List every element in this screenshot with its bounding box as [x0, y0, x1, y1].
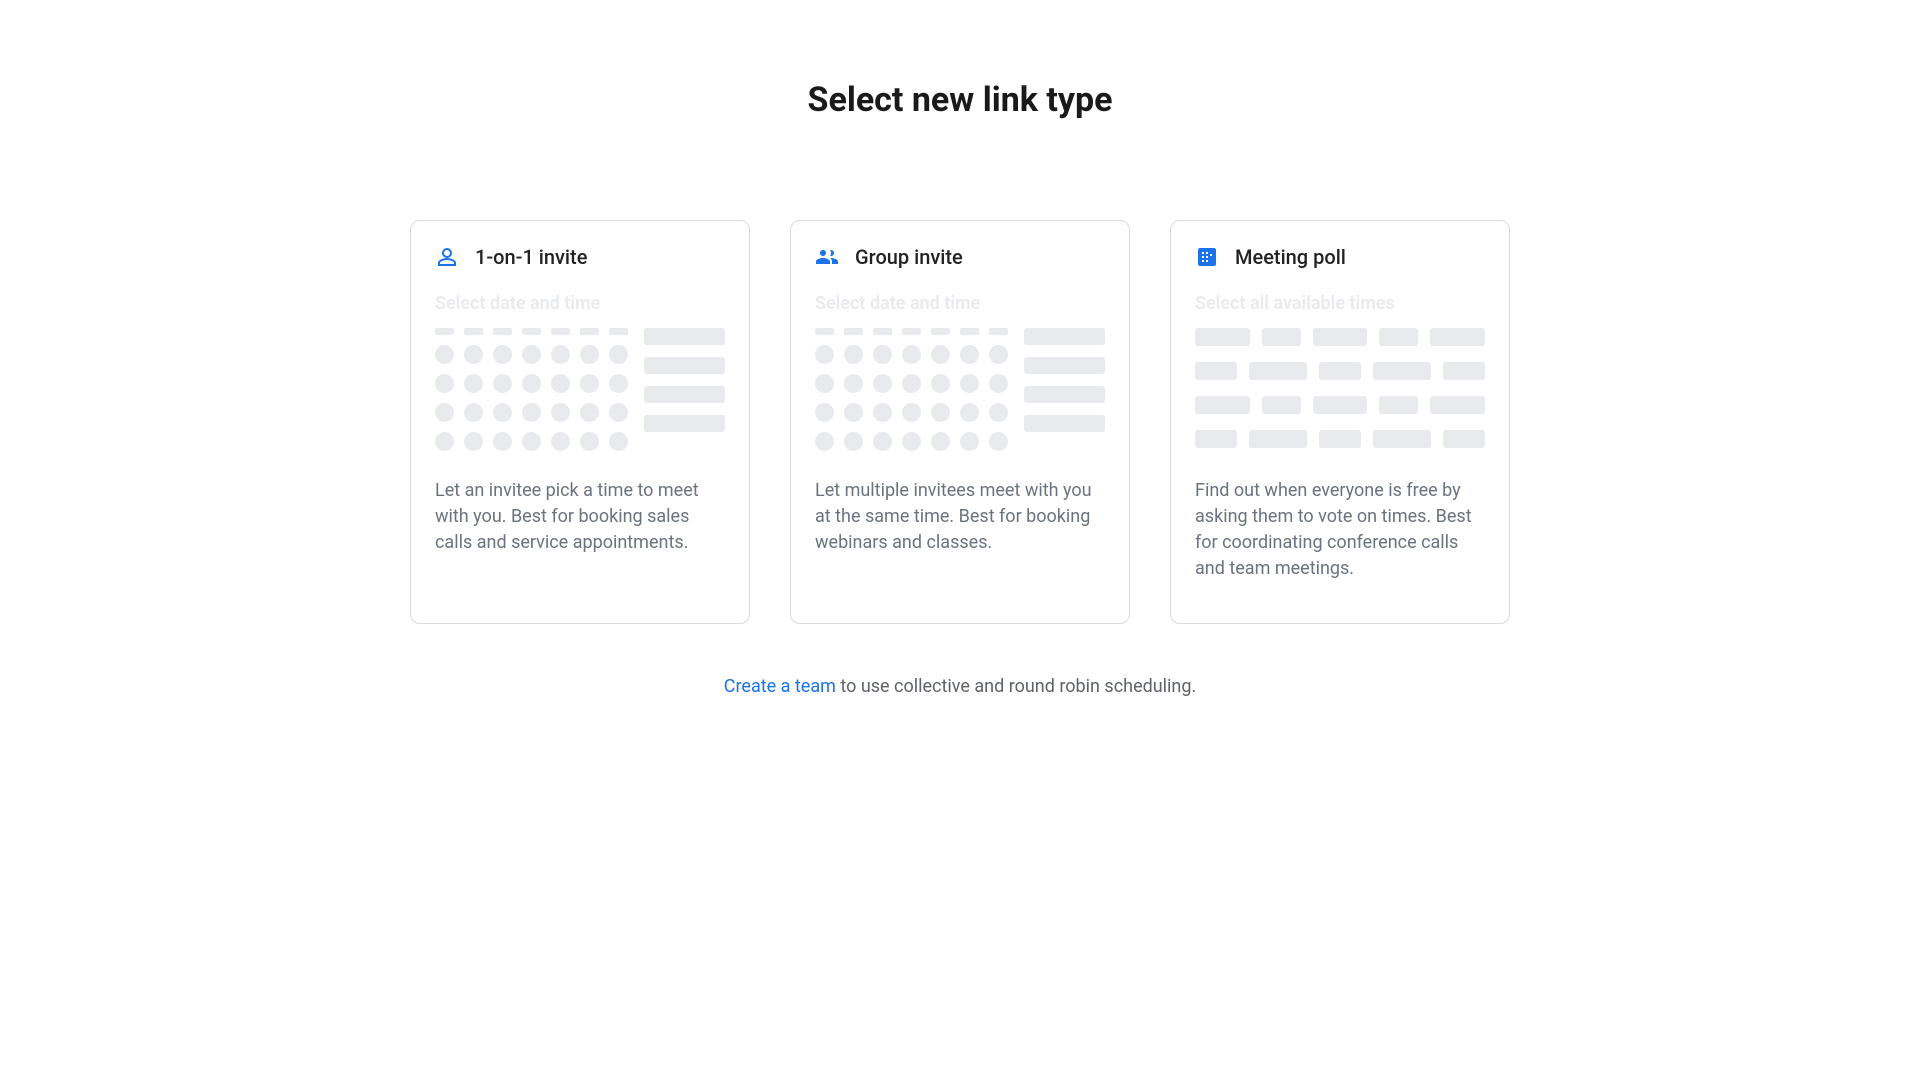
poll-preview-box	[1195, 328, 1485, 456]
card-group-invite[interactable]: Group invite Select date and time Let	[790, 220, 1130, 624]
preview-label-group: Select date and time	[815, 293, 1105, 314]
card-header: Group invite	[815, 245, 1105, 269]
poll-icon	[1195, 245, 1219, 269]
people-icon	[815, 245, 839, 269]
card-meeting-poll[interactable]: Meeting poll Select all available times …	[1170, 220, 1510, 624]
footer-rest: to use collective and round robin schedu…	[836, 676, 1196, 697]
card-description-poll: Find out when everyone is free by asking…	[1195, 478, 1485, 582]
card-title-one-on-one: 1-on-1 invite	[475, 245, 587, 269]
preview-label-poll: Select all available times	[1195, 293, 1485, 314]
calendar-preview-group	[815, 328, 1105, 456]
card-header: 1-on-1 invite	[435, 245, 725, 269]
page-title: Select new link type	[808, 80, 1113, 120]
preview-label-one-on-one: Select date and time	[435, 293, 725, 314]
card-description-one-on-one: Let an invitee pick a time to meet with …	[435, 478, 725, 556]
card-title-group: Group invite	[855, 245, 963, 269]
calendar-preview	[435, 328, 725, 456]
person-icon	[435, 245, 459, 269]
card-title-poll: Meeting poll	[1235, 245, 1346, 269]
footer-text: Create a team to use collective and roun…	[724, 676, 1196, 697]
link-type-cards: 1-on-1 invite Select date and time Le	[410, 220, 1510, 624]
card-description-group: Let multiple invitees meet with you at t…	[815, 478, 1105, 556]
card-one-on-one[interactable]: 1-on-1 invite Select date and time Le	[410, 220, 750, 624]
create-team-link[interactable]: Create a team	[724, 676, 836, 697]
card-header: Meeting poll	[1195, 245, 1485, 269]
